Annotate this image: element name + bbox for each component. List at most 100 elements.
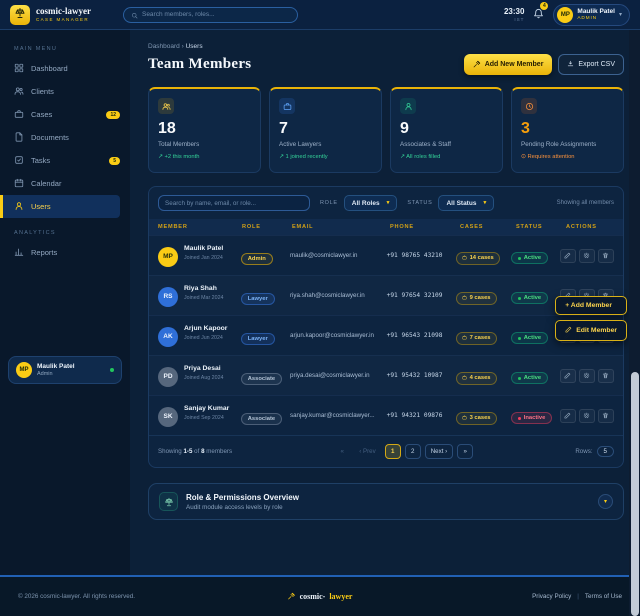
- member-joined: Joined Mar 2024: [184, 295, 228, 302]
- stat-value: 3: [521, 121, 614, 137]
- member-email: priya.desai@cosmiclawyer.in: [290, 372, 387, 379]
- sidebar-item-documents[interactable]: Documents: [0, 126, 120, 149]
- user-role-badge: ADMIN: [577, 16, 615, 21]
- avatar: MP: [158, 247, 178, 267]
- status-filter-select[interactable]: All Status ▾: [438, 195, 494, 211]
- clock: 23:30 IST: [504, 7, 524, 21]
- member-joined: Joined Jan 2024: [184, 255, 228, 262]
- role-filter-select[interactable]: All Roles ▾: [344, 195, 398, 211]
- global-search[interactable]: [123, 7, 298, 23]
- edit-member-button[interactable]: [560, 369, 576, 383]
- add-new-member-button[interactable]: Add New Member: [464, 54, 553, 75]
- status-dot: [518, 297, 521, 300]
- avatar: MP: [557, 7, 573, 23]
- briefcase-icon: [462, 295, 467, 302]
- cases-badge: 3 cases: [456, 412, 497, 425]
- sidebar-user-card[interactable]: MP Maulik Patel Admin: [8, 356, 122, 384]
- prev-page-button[interactable]: ‹ Prev: [354, 444, 381, 459]
- sidebar-item-calendar[interactable]: Calendar: [0, 172, 120, 195]
- chevron-down-icon: ▾: [604, 498, 607, 505]
- member-search[interactable]: [158, 195, 310, 211]
- sidebar-item-users[interactable]: Users: [0, 195, 120, 218]
- scrollbar-thumb[interactable]: [631, 372, 639, 616]
- briefcase-icon: [462, 415, 467, 422]
- document-icon: [14, 132, 24, 144]
- stat-value: 7: [279, 121, 372, 137]
- clock-icon: ⊙: [521, 154, 526, 160]
- global-search-input[interactable]: [142, 11, 290, 18]
- gavel-icon: [473, 60, 481, 70]
- export-csv-button[interactable]: Export CSV: [558, 54, 624, 75]
- sidebar-item-clients[interactable]: Clients: [0, 80, 120, 103]
- terms-of-use-link[interactable]: Terms of Use: [585, 593, 622, 600]
- last-page-button[interactable]: »: [457, 444, 473, 459]
- first-page-button[interactable]: «: [334, 444, 350, 459]
- permissions-overview-panel[interactable]: Role & Permissions Overview Audit module…: [148, 483, 624, 520]
- user-name: Maulik Patel: [577, 8, 615, 16]
- members-panel: ROLE All Roles ▾ STATUS All Status ▾ Sho…: [148, 186, 624, 468]
- table-row: AK Arjun Kapoor Joined Jun 2024 Lawyer a…: [149, 315, 623, 355]
- breadcrumb-parent[interactable]: Dashboard: [148, 43, 180, 50]
- column-header-member: MEMBER: [158, 224, 242, 230]
- stat-card-pending-roles: 3 Pending Role Assignments ⊙ Requires at…: [511, 87, 624, 173]
- footer: © 2026 cosmic-lawyer. All rights reserve…: [0, 575, 640, 616]
- expand-permissions-button[interactable]: ▾: [598, 494, 613, 509]
- member-phone: +91 94321 09876: [387, 412, 456, 419]
- privacy-policy-link[interactable]: Privacy Policy: [532, 593, 571, 600]
- delete-member-button[interactable]: [598, 409, 614, 423]
- status-dot: [518, 337, 521, 340]
- notification-badge: 4: [540, 2, 548, 10]
- people-icon: [158, 98, 174, 114]
- delete-member-button[interactable]: [598, 369, 614, 383]
- role-filter-label: ROLE: [320, 200, 338, 206]
- sidebar-user-role: Admin: [37, 371, 75, 377]
- stat-label: Total Members: [158, 141, 251, 148]
- edit-member-popover-button[interactable]: Edit Member: [555, 320, 627, 341]
- rows-per-page-select[interactable]: 5: [597, 446, 614, 457]
- avatar: SK: [158, 407, 178, 427]
- table-header: MEMBER ROLE EMAIL PHONE CASES STATUS ACT…: [149, 219, 623, 235]
- stats-cards: 18 Total Members ↗ +2 this month 7 Activ…: [148, 87, 624, 173]
- page-1-button[interactable]: 1: [385, 444, 401, 459]
- online-status-dot: [110, 368, 114, 372]
- member-settings-button[interactable]: [579, 249, 595, 263]
- column-header-role: ROLE: [242, 224, 292, 230]
- sidebar-item-tasks[interactable]: Tasks 5: [0, 149, 120, 172]
- sidebar-item-label: Clients: [31, 87, 54, 96]
- status-filter-label: STATUS: [407, 200, 432, 206]
- avatar: MP: [16, 362, 32, 378]
- sidebar-item-cases[interactable]: Cases 12: [0, 103, 120, 126]
- brand-name: cosmic-lawyer: [36, 7, 91, 17]
- sidebar-item-reports[interactable]: Reports: [0, 241, 120, 264]
- member-phone: +91 98765 43210: [387, 252, 456, 259]
- stat-value: 9: [400, 121, 493, 137]
- briefcase-icon: [14, 109, 24, 121]
- user-menu[interactable]: MP Maulik Patel ADMIN ▾: [553, 4, 630, 26]
- edit-member-button[interactable]: [560, 249, 576, 263]
- member-search-input[interactable]: [165, 200, 303, 207]
- sidebar-item-label: Documents: [31, 133, 69, 142]
- next-page-button[interactable]: Next ›: [425, 444, 454, 459]
- add-member-popover-button[interactable]: + Add Member: [555, 296, 627, 315]
- stat-value: 18: [158, 121, 251, 137]
- filter-bar: ROLE All Roles ▾ STATUS All Status ▾ Sho…: [149, 187, 623, 219]
- scales-icon: [159, 492, 178, 511]
- notifications-button[interactable]: 4: [533, 6, 544, 24]
- sidebar-item-dashboard[interactable]: Dashboard: [0, 57, 120, 80]
- member-email: riya.shah@cosmiclawyer.in: [290, 292, 387, 299]
- sidebar-item-label: Cases: [31, 110, 52, 119]
- delete-member-button[interactable]: [598, 249, 614, 263]
- member-settings-button[interactable]: [579, 409, 595, 423]
- member-settings-button[interactable]: [579, 369, 595, 383]
- edit-member-button[interactable]: [560, 409, 576, 423]
- stat-note: ↗ 1 joined recently: [279, 154, 372, 160]
- user-icon: [14, 201, 24, 213]
- member-name: Priya Desai: [184, 365, 232, 373]
- page-2-button[interactable]: 2: [405, 444, 421, 459]
- brand-block: cosmic-lawyer CASE MANAGER: [36, 7, 91, 22]
- stat-card-active-lawyers: 7 Active Lawyers ↗ 1 joined recently: [269, 87, 382, 173]
- status-badge: Active: [511, 332, 548, 344]
- briefcase-icon: [279, 98, 295, 114]
- vertical-scrollbar[interactable]: [629, 30, 640, 616]
- pagination-bar: Showing 1-5 of 8 members « ‹ Prev 1 2 Ne…: [149, 435, 623, 467]
